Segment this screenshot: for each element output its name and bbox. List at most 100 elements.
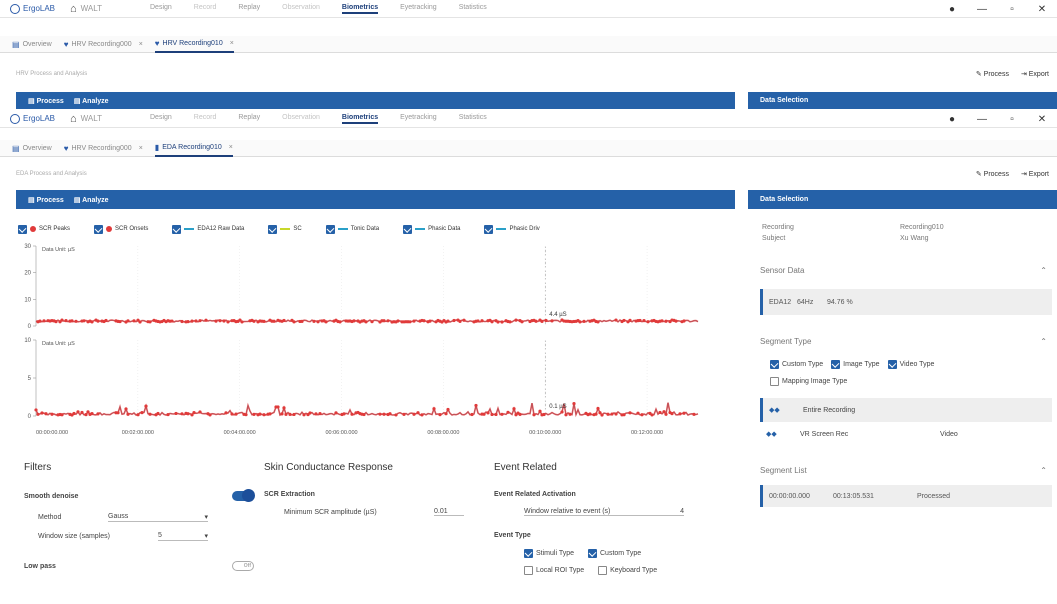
export-button[interactable]: ⇥ Export	[1021, 170, 1049, 178]
menu-biometrics[interactable]: Biometrics	[341, 114, 379, 124]
menu-biometrics[interactable]: Biometrics	[341, 4, 379, 14]
legend-item-sc[interactable]: SC	[268, 224, 302, 234]
lowpass-toggle[interactable]: Off	[232, 561, 254, 571]
menu-eyetracking[interactable]: Eyetracking	[400, 114, 437, 124]
process-tab[interactable]: ▤ Process	[28, 196, 64, 204]
legend-item-tonic-data[interactable]: Tonic Data	[325, 224, 379, 234]
restore-icon[interactable]: ▫	[997, 4, 1027, 15]
menu-statistics[interactable]: Statistics	[459, 114, 487, 124]
menu-design[interactable]: Design	[150, 4, 172, 14]
process-tab-back[interactable]: ▤ Process	[28, 97, 64, 105]
home-icon: ⌂	[70, 2, 77, 15]
close-tab-icon[interactable]: ×	[229, 144, 233, 151]
checkbox[interactable]	[18, 224, 27, 234]
segment-icon: ◆◆	[769, 407, 780, 414]
close-icon[interactable]: ✕	[1027, 4, 1057, 15]
segment-type-image-type[interactable]: Image Type	[831, 360, 880, 369]
close-tab-icon[interactable]: ×	[139, 145, 143, 152]
event-type-keyboard-type[interactable]: Keyboard Type	[598, 566, 657, 575]
menu-replay[interactable]: Replay	[238, 114, 260, 124]
tab-overview[interactable]: ▤ Overview	[12, 36, 52, 53]
home-button[interactable]: ⌂ WALT	[70, 3, 130, 15]
segment-item[interactable]: ◆◆ VR Screen Rec Video	[760, 422, 1052, 446]
close-icon[interactable]: ✕	[1027, 114, 1057, 125]
event-window-input[interactable]: 4	[654, 508, 684, 516]
menu-replay[interactable]: Replay	[238, 4, 260, 14]
scr-peak-marker	[692, 412, 696, 416]
menu-record[interactable]: Record	[194, 4, 217, 14]
event-type-stimuli-type[interactable]: Stimuli Type	[524, 549, 574, 558]
sensor-row[interactable]: EDA12 64Hz 94.76 %	[760, 289, 1052, 315]
pin-icon[interactable]: ●	[937, 4, 967, 15]
scr-peak-marker	[42, 319, 46, 323]
export-button-back[interactable]: ⇥ Export	[1021, 70, 1049, 78]
restore-icon[interactable]: ▫	[997, 114, 1027, 125]
segment-type-custom-type[interactable]: Custom Type	[770, 360, 823, 369]
analyze-tab-back[interactable]: ▤ Analyze	[74, 97, 109, 105]
app-logo: ErgoLAB	[10, 3, 70, 14]
x-tick-label: 00:08:00.000	[427, 430, 459, 436]
menu-record[interactable]: Record	[194, 114, 217, 124]
event-type-local-roi-type[interactable]: Local ROI Type	[524, 566, 584, 575]
menu-statistics[interactable]: Statistics	[459, 4, 487, 14]
segment-list-row[interactable]: 00:00:00.000 00:13:05.531 Processed	[760, 485, 1052, 507]
window-size-select[interactable]: 5 ▾	[158, 532, 208, 541]
event-type-custom-type[interactable]: Custom Type	[588, 549, 641, 558]
home-button[interactable]: ⌂ WALT	[70, 113, 130, 125]
legend-item-phasic-data[interactable]: Phasic Data	[403, 224, 460, 234]
checkbox[interactable]	[403, 224, 413, 234]
pin-icon[interactable]: ●	[937, 114, 967, 125]
x-tick-label: 00:10:00.000	[529, 430, 561, 436]
collapse-icon: ⌃	[1040, 266, 1047, 275]
process-button[interactable]: ✎ Process	[976, 170, 1009, 178]
tab-overview[interactable]: ▤ Overview	[12, 140, 52, 157]
eda-chart[interactable]: 30 20 10 0 Data Unit: µS 4.4 µS 10 5 0 Data Unit:…	[16, 240, 724, 440]
menu-observation[interactable]: Observation	[282, 4, 320, 14]
smooth-toggle[interactable]	[232, 489, 255, 502]
scr-peak-marker	[60, 318, 64, 322]
tab-hrv-recording000[interactable]: ♥ HRV Recording000 ×	[64, 36, 143, 53]
legend-item-phasic-driv[interactable]: Phasic Driv	[484, 224, 540, 234]
close-tab-icon[interactable]: ×	[230, 40, 234, 47]
checkbox[interactable]	[268, 224, 278, 234]
tab-hrv-recording010[interactable]: ♥ HRV Recording010 ×	[154, 36, 234, 53]
method-select[interactable]: Gauss ▾	[108, 513, 208, 522]
mapping-image-checkbox[interactable]: Mapping Image Type	[748, 377, 1057, 386]
segment-list-header[interactable]: Segment List ⌃	[748, 466, 1057, 475]
minimize-icon[interactable]: —	[967, 114, 997, 125]
process-button-back[interactable]: ✎ Process	[976, 70, 1009, 78]
checkbox[interactable]	[94, 224, 104, 234]
minimize-icon[interactable]: —	[967, 4, 997, 15]
scr-peak-marker	[312, 319, 316, 323]
scr-peak-marker	[538, 409, 542, 413]
sensor-data-header[interactable]: Sensor Data ⌃	[748, 266, 1057, 275]
scr-peak-marker	[382, 412, 386, 416]
scr-peak-marker	[96, 412, 100, 416]
tab-hrv-recording000[interactable]: ♥ HRV Recording000 ×	[64, 140, 143, 157]
scr-peak-marker	[222, 319, 226, 323]
legend-item-scr-peaks[interactable]: SCR Peaks	[18, 224, 70, 234]
tab-eda-recording010[interactable]: ▮ EDA Recording010 ×	[154, 140, 233, 157]
legend-item-eda12-raw-data[interactable]: EDA12 Raw Data	[172, 224, 244, 234]
segment-type-header[interactable]: Segment Type ⌃	[748, 337, 1057, 346]
scr-peak-marker	[272, 319, 276, 323]
scr-peak-marker	[470, 412, 474, 417]
analyze-tab[interactable]: ▤ Analyze	[74, 196, 109, 204]
legend-marker	[415, 228, 426, 230]
checkbox[interactable]	[484, 224, 494, 234]
close-tab-icon[interactable]: ×	[139, 41, 143, 48]
scr-peak-marker	[394, 413, 398, 417]
legend-item-scr-onsets[interactable]: SCR Onsets	[94, 224, 148, 234]
checkbox[interactable]	[325, 224, 335, 234]
scr-peak-marker	[520, 320, 524, 324]
min-amplitude-input[interactable]: 0.01	[434, 508, 464, 516]
menu-eyetracking[interactable]: Eyetracking	[400, 4, 437, 14]
grid-icon: ▤	[12, 39, 20, 49]
menu-design[interactable]: Design	[150, 114, 172, 124]
segment-item[interactable]: ◆◆ Entire Recording	[760, 398, 1052, 422]
scr-peak-marker	[316, 320, 320, 324]
checkbox[interactable]	[172, 224, 182, 234]
scr-peak-marker	[606, 412, 610, 416]
menu-observation[interactable]: Observation	[282, 114, 320, 124]
segment-type-video-type[interactable]: Video Type	[887, 360, 934, 369]
